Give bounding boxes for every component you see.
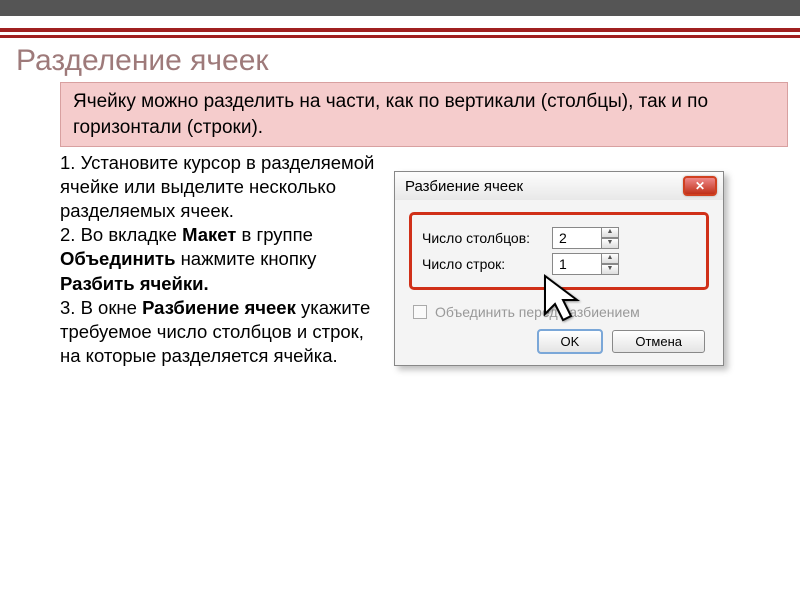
columns-label: Число столбцов: xyxy=(422,230,552,246)
highlighted-fields: Число столбцов: 2 ▲ ▼ Число строк: 1 ▲ ▼ xyxy=(409,212,709,290)
checkbox-label: Объединить перед разбиением xyxy=(435,304,640,320)
close-icon: ✕ xyxy=(695,179,705,193)
slide-title: Разделение ячеек xyxy=(0,38,800,82)
step-2-c: в группе xyxy=(236,224,313,245)
top-bar xyxy=(0,0,800,16)
step-2-b: Макет xyxy=(182,224,236,245)
step-3-b: Разбиение ячеек xyxy=(142,297,296,318)
step-1: 1. Установите курсор в разделяемой ячейк… xyxy=(60,152,374,221)
spinner-up-icon[interactable]: ▲ xyxy=(601,227,619,238)
step-3-a: 3. В окне xyxy=(60,297,142,318)
highlight-box: Ячейку можно разделить на части, как по … xyxy=(60,82,788,147)
columns-spinner[interactable]: ▲ ▼ xyxy=(601,227,619,249)
close-button[interactable]: ✕ xyxy=(683,176,717,196)
spinner-up-icon[interactable]: ▲ xyxy=(601,253,619,264)
rows-label: Число строк: xyxy=(422,256,552,272)
step-2-a: 2. Во вкладке xyxy=(60,224,182,245)
step-2-d: Объединить xyxy=(60,248,175,269)
split-cells-dialog: Разбиение ячеек ✕ Число столбцов: 2 ▲ ▼ xyxy=(394,171,724,366)
step-2-e: нажмите кнопку xyxy=(175,248,316,269)
dialog-title-text: Разбиение ячеек xyxy=(405,178,523,195)
merge-before-checkbox[interactable] xyxy=(413,305,427,319)
step-2-f: Разбить ячейки. xyxy=(60,273,209,294)
rows-input[interactable]: 1 xyxy=(552,253,602,275)
ok-button[interactable]: OK xyxy=(538,330,603,353)
steps-text: 1. Установите курсор в разделяемой ячейк… xyxy=(60,151,380,367)
rows-spinner[interactable]: ▲ ▼ xyxy=(601,253,619,275)
spinner-down-icon[interactable]: ▼ xyxy=(601,264,619,275)
cancel-button[interactable]: Отмена xyxy=(612,330,705,353)
columns-input[interactable]: 2 xyxy=(552,227,602,249)
spinner-down-icon[interactable]: ▼ xyxy=(601,238,619,249)
